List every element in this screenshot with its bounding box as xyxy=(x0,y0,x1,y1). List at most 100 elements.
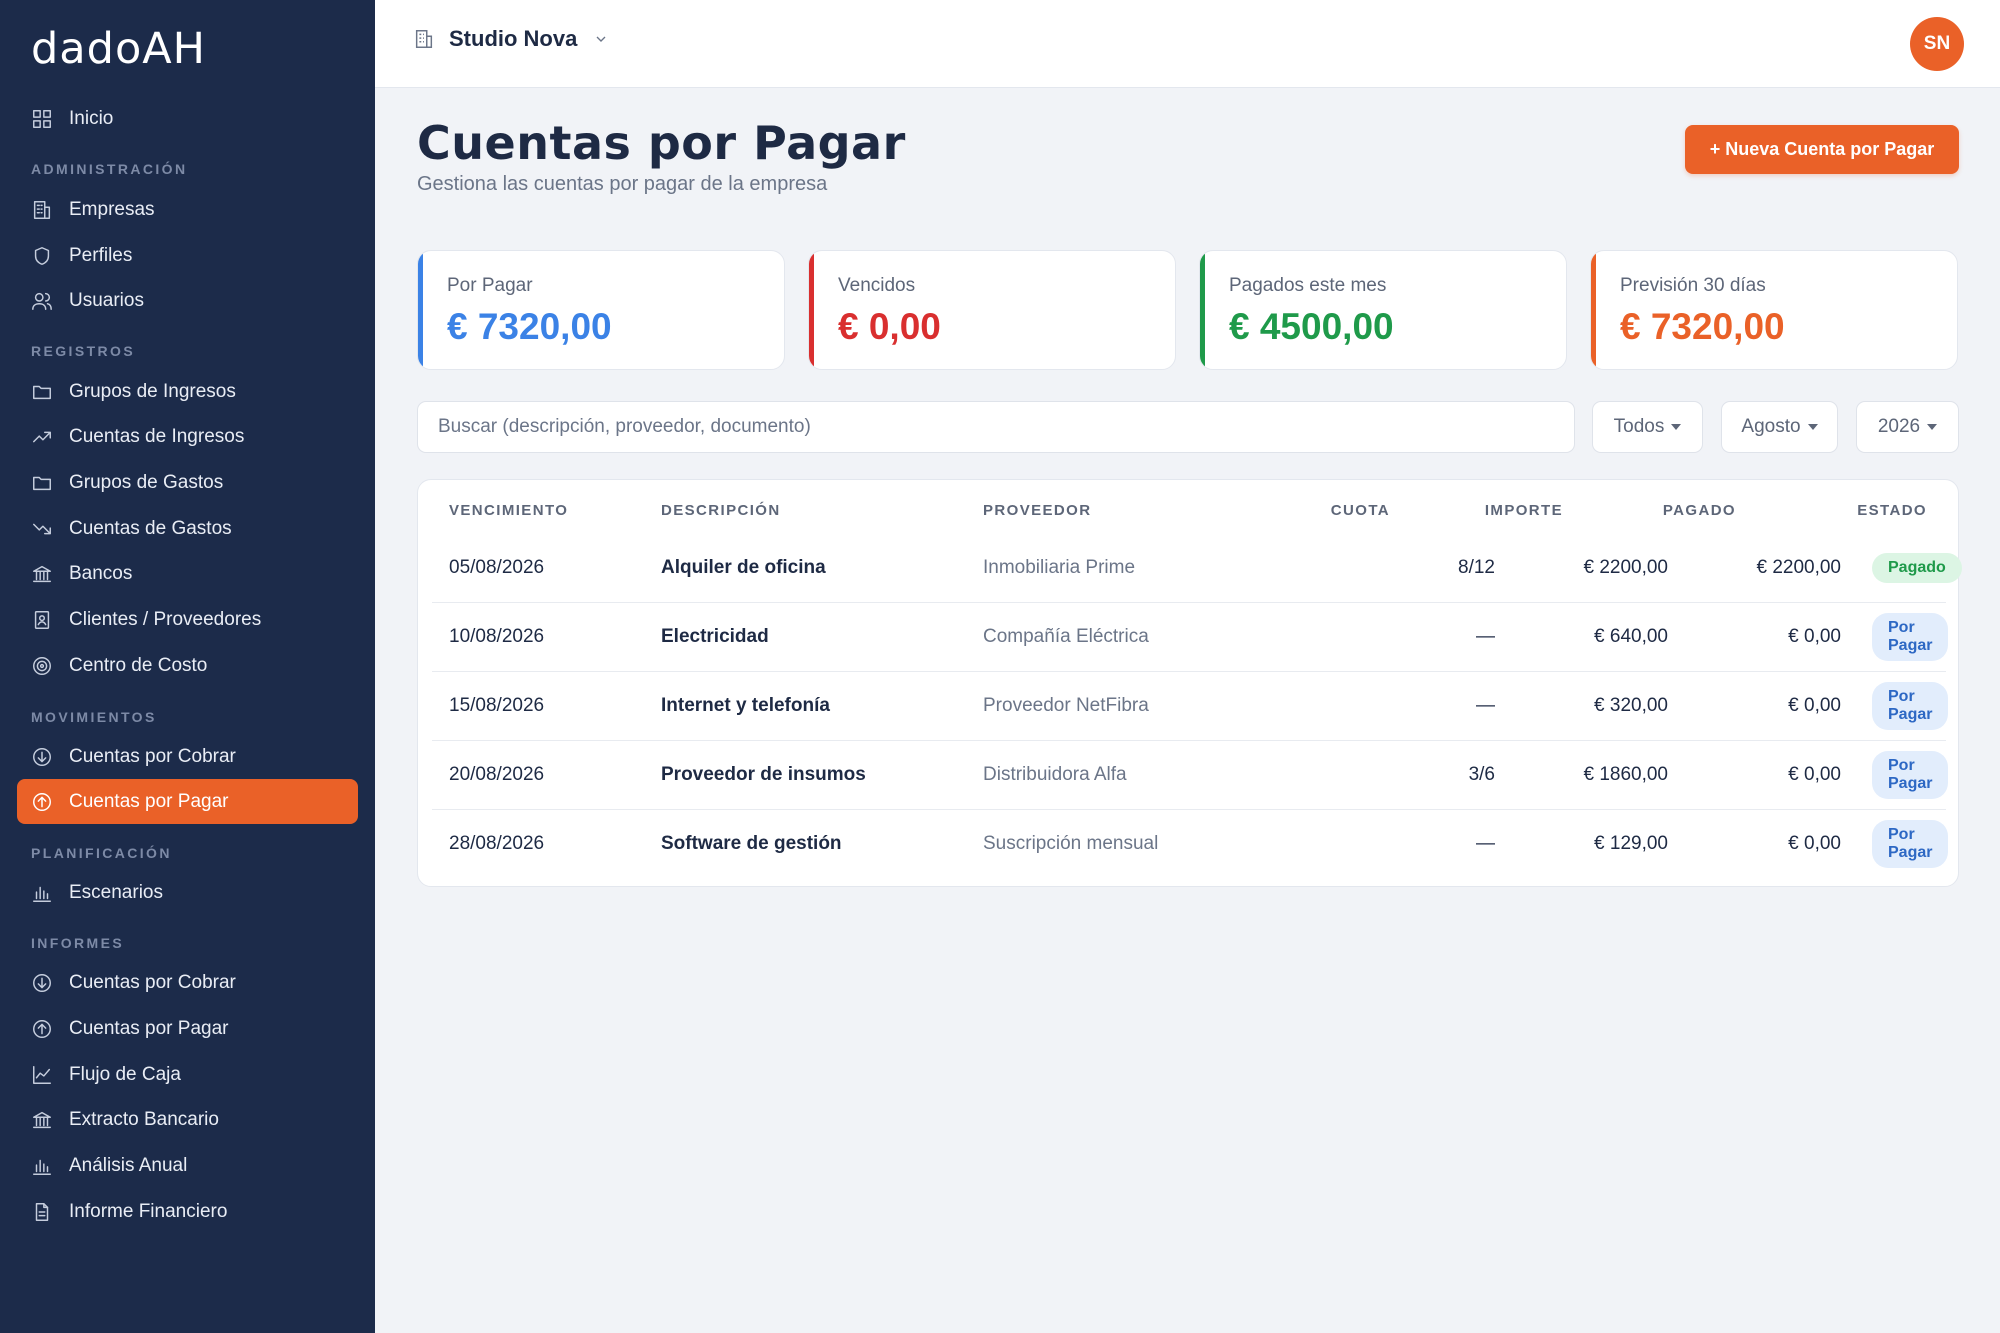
table-body: 05/08/2026 Alquiler de oficina Inmobilia… xyxy=(418,534,1962,879)
month-filter-dropdown[interactable]: Agosto xyxy=(1721,401,1838,453)
status-filter-dropdown[interactable]: Todos xyxy=(1592,401,1703,453)
table-row[interactable]: 20/08/2026 Proveedor de insumos Distribu… xyxy=(432,741,1949,810)
sidebar-item-informe-cuentas-pagar[interactable]: Cuentas por Pagar xyxy=(17,1006,358,1051)
cell-pagado: € 0,00 xyxy=(1788,764,1841,785)
status-badge: Por Pagar xyxy=(1872,820,1949,868)
cell-pagado: € 0,00 xyxy=(1788,833,1841,854)
cell-vencimiento: 28/08/2026 xyxy=(449,833,545,854)
bank-icon xyxy=(31,1109,53,1131)
cell-vencimiento: 20/08/2026 xyxy=(449,764,545,785)
cell-importe: € 2200,00 xyxy=(1583,557,1668,578)
search-input[interactable] xyxy=(417,401,1575,453)
sidebar-item-clientes-proveedores[interactable]: Clientes / Proveedores xyxy=(17,597,358,642)
cell-importe: € 129,00 xyxy=(1594,833,1668,854)
column-header-descripcion[interactable]: DESCRIPCIÓN xyxy=(661,502,781,519)
sidebar-item-informe-cuentas-cobrar[interactable]: Cuentas por Cobrar xyxy=(17,960,358,1005)
contact-icon xyxy=(31,609,53,631)
new-payable-button[interactable]: + Nueva Cuenta por Pagar xyxy=(1685,125,1959,174)
sidebar-item-label: Escenarios xyxy=(69,881,163,903)
caret-down-icon xyxy=(1671,424,1682,430)
cell-vencimiento: 15/08/2026 xyxy=(449,695,545,716)
column-header-estado[interactable]: ESTADO xyxy=(1857,502,1927,519)
year-filter-dropdown[interactable]: 2026 xyxy=(1856,401,1959,453)
target-icon xyxy=(31,655,53,677)
card-label: Vencidos xyxy=(838,275,916,296)
table-row[interactable]: 05/08/2026 Alquiler de oficina Inmobilia… xyxy=(432,534,1962,603)
cell-descripcion: Software de gestión xyxy=(661,833,842,854)
company-selector[interactable]: Studio Nova xyxy=(413,26,609,52)
card-label: Pagados este mes xyxy=(1229,275,1387,296)
cell-pagado: € 0,00 xyxy=(1788,626,1841,647)
section-title-registros: REGISTROS xyxy=(31,343,136,359)
arrow-up-circle-icon xyxy=(31,1018,53,1040)
column-header-pagado[interactable]: PAGADO xyxy=(1663,502,1736,519)
card-value: € 4500,00 xyxy=(1229,306,1394,347)
summary-card-prevision: Previsión 30 días € 7320,00 xyxy=(1590,250,1958,370)
avatar[interactable]: SN xyxy=(1910,17,1964,71)
shield-icon xyxy=(31,245,53,267)
sidebar-item-cuentas-cobrar[interactable]: Cuentas por Cobrar xyxy=(17,734,358,779)
sidebar-item-empresas[interactable]: Empresas xyxy=(17,187,358,232)
cell-estado: Pagado xyxy=(1872,534,1962,602)
arrow-up-circle-icon xyxy=(31,791,53,813)
app-logo[interactable]: dadoAH xyxy=(31,24,206,74)
caret-down-icon xyxy=(1807,424,1818,430)
sidebar-item-label: Empresas xyxy=(69,198,155,220)
sidebar-item-flujo-caja[interactable]: Flujo de Caja xyxy=(17,1052,358,1097)
dropdown-value: Todos xyxy=(1613,416,1665,437)
sidebar-item-cuentas-pagar[interactable]: Cuentas por Pagar xyxy=(17,779,358,824)
column-header-importe[interactable]: IMPORTE xyxy=(1485,502,1563,519)
cell-proveedor: Proveedor NetFibra xyxy=(983,695,1149,716)
sidebar-item-bancos[interactable]: Bancos xyxy=(17,551,358,596)
sidebar-item-escenarios[interactable]: Escenarios xyxy=(17,870,358,915)
sidebar-item-label: Perfiles xyxy=(69,244,133,266)
dropdown-value: Agosto xyxy=(1741,416,1801,437)
card-accent xyxy=(1591,251,1596,369)
sidebar-item-label: Análisis Anual xyxy=(69,1154,188,1176)
sidebar-item-centro-costo[interactable]: Centro de Costo xyxy=(17,643,358,688)
sidebar-item-label: Cuentas por Pagar xyxy=(69,1017,229,1039)
sidebar-item-usuarios[interactable]: Usuarios xyxy=(17,278,358,323)
table-row[interactable]: 15/08/2026 Internet y telefonía Proveedo… xyxy=(432,672,1949,741)
sidebar: dadoAH Inicio ADMINISTRACIÓN Empresas Pe… xyxy=(0,0,375,1333)
cell-proveedor: Inmobiliaria Prime xyxy=(983,557,1136,578)
column-header-cuota[interactable]: CUOTA xyxy=(1331,502,1390,519)
section-title-informes: INFORMES xyxy=(31,935,125,951)
payables-table: VENCIMIENTO DESCRIPCIÓN PROVEEDOR CUOTA … xyxy=(417,479,1962,887)
building-icon xyxy=(31,199,53,221)
sidebar-item-inicio[interactable]: Inicio xyxy=(17,96,358,141)
sidebar-item-cuentas-gastos[interactable]: Cuentas de Gastos xyxy=(17,506,358,551)
page-subtitle: Gestiona las cuentas por pagar de la emp… xyxy=(417,173,828,195)
sidebar-item-grupos-gastos[interactable]: Grupos de Gastos xyxy=(17,460,358,505)
line-chart-icon xyxy=(31,1064,53,1086)
column-header-vencimiento[interactable]: VENCIMIENTO xyxy=(449,502,568,519)
cell-proveedor: Distribuidora Alfa xyxy=(983,764,1127,785)
sidebar-item-analisis-anual[interactable]: Análisis Anual xyxy=(17,1143,358,1188)
sidebar-item-extracto-bancario[interactable]: Extracto Bancario xyxy=(17,1097,358,1142)
page-title: Cuentas por Pagar xyxy=(417,116,906,170)
bar-chart-icon xyxy=(31,1155,53,1177)
cell-cuota: — xyxy=(1476,833,1495,854)
trend-up-icon xyxy=(31,426,53,448)
status-badge: Por Pagar xyxy=(1872,682,1949,730)
sidebar-item-label: Cuentas de Ingresos xyxy=(69,425,245,447)
column-header-proveedor[interactable]: PROVEEDOR xyxy=(983,502,1091,519)
folder-icon xyxy=(31,472,53,494)
summary-card-vencidos: Vencidos € 0,00 xyxy=(808,250,1176,370)
grid-icon xyxy=(31,108,53,130)
sidebar-item-cuentas-ingresos[interactable]: Cuentas de Ingresos xyxy=(17,414,358,459)
sidebar-item-label: Cuentas por Cobrar xyxy=(69,971,236,993)
sidebar-item-label: Extracto Bancario xyxy=(69,1108,219,1130)
cell-pagado: € 2200,00 xyxy=(1756,557,1841,578)
table-row[interactable]: 10/08/2026 Electricidad Compañía Eléctri… xyxy=(432,603,1949,672)
cell-descripcion: Proveedor de insumos xyxy=(661,764,866,785)
sidebar-item-grupos-ingresos[interactable]: Grupos de Ingresos xyxy=(17,369,358,414)
table-row[interactable]: 28/08/2026 Software de gestión Suscripci… xyxy=(432,810,1949,879)
cell-proveedor: Suscripción mensual xyxy=(983,833,1159,854)
sidebar-item-perfiles[interactable]: Perfiles xyxy=(17,233,358,278)
sidebar-item-label: Grupos de Ingresos xyxy=(69,380,236,402)
status-badge: Pagado xyxy=(1872,553,1962,583)
cell-cuota: 3/6 xyxy=(1468,764,1495,785)
sidebar-item-label: Flujo de Caja xyxy=(69,1063,181,1085)
sidebar-item-informe-financiero[interactable]: Informe Financiero xyxy=(17,1189,358,1234)
